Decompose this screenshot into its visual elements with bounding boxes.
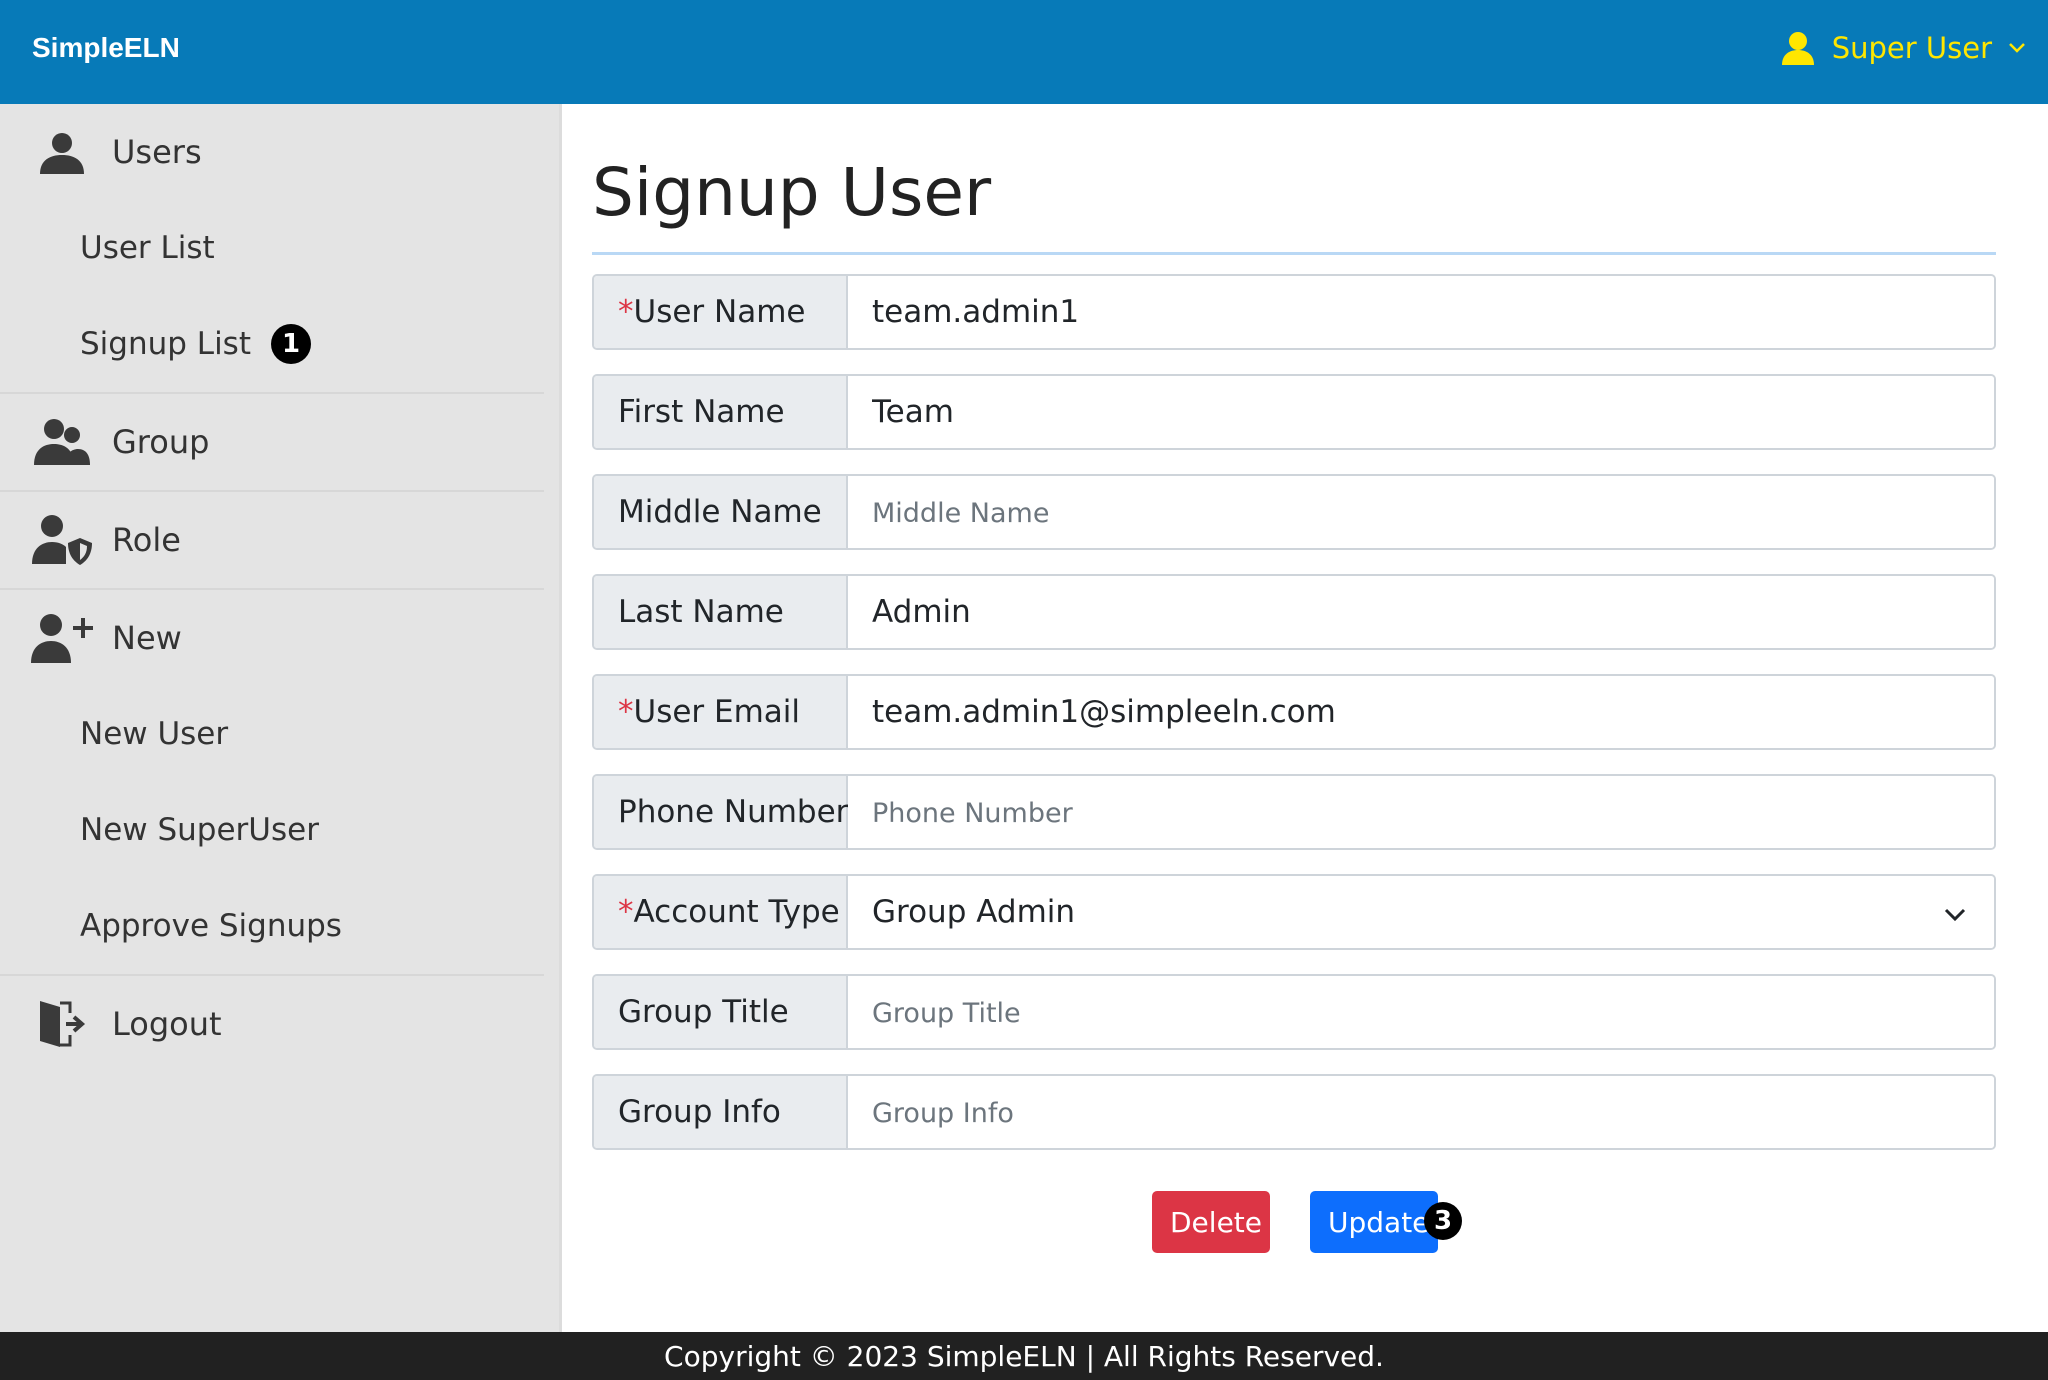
last-name-input[interactable]	[848, 576, 1994, 648]
sidebar-item-new-user[interactable]: New User	[80, 716, 228, 752]
sidebar: Users User List Signup List 1 Group Role…	[0, 104, 562, 1332]
field-label: Middle Name	[594, 476, 848, 548]
field-label: * User Email	[594, 676, 848, 748]
field-label-text: User Name	[633, 294, 806, 330]
sidebar-item-new[interactable]: New	[0, 590, 544, 686]
field-label: Group Title	[594, 976, 848, 1048]
sidebar-item-role-label: Role	[112, 521, 181, 559]
field-phone-number: Phone Number	[592, 774, 1996, 850]
field-group-title: Group Title	[592, 974, 1996, 1050]
sidebar-item-users[interactable]: Users	[0, 104, 544, 200]
sidebar-item-group-label: Group	[112, 423, 210, 461]
user-icon	[1780, 30, 1816, 66]
user-menu-name: Super User	[1831, 31, 1992, 65]
sidebar-item-signup-list-label: Signup List	[80, 326, 251, 362]
field-label: Last Name	[594, 576, 848, 648]
field-label-text: First Name	[618, 394, 785, 430]
sidebar-item-approve-signups-label: Approve Signups	[80, 908, 342, 944]
brand-logo[interactable]: SimpleELN	[32, 32, 180, 64]
footer-copyright: Copyright © 2023 SimpleELN | All Rights …	[664, 1339, 1384, 1373]
sidebar-item-new-label: New	[112, 619, 182, 657]
user-plus-icon	[30, 606, 94, 670]
field-label-text: Group Title	[618, 994, 789, 1030]
account-type-selected-value: Group Admin	[872, 894, 1076, 930]
sidebar-item-approve-signups[interactable]: Approve Signups	[80, 908, 342, 944]
group-icon	[30, 410, 94, 474]
field-last-name: Last Name	[592, 574, 1996, 650]
title-divider	[592, 252, 1996, 255]
required-marker: *	[618, 694, 634, 730]
logout-icon	[30, 992, 94, 1056]
user-name-input[interactable]	[848, 276, 1994, 348]
update-step-badge: 3	[1424, 1202, 1462, 1240]
users-icon	[30, 120, 94, 184]
signup-count-badge: 1	[270, 324, 311, 364]
sidebar-item-group[interactable]: Group	[0, 394, 544, 490]
field-label: * Account Type	[594, 876, 848, 948]
group-title-input[interactable]	[848, 976, 1994, 1048]
page-title: Signup User	[592, 154, 992, 231]
group-info-input[interactable]	[848, 1076, 1994, 1148]
field-user-name: * User Name	[592, 274, 1996, 350]
field-label-text: User Email	[633, 694, 801, 730]
footer: Copyright © 2023 SimpleELN | All Rights …	[0, 1332, 2048, 1380]
top-navbar: SimpleELN Super User	[0, 0, 2048, 104]
chevron-down-icon	[1944, 894, 1966, 930]
phone-number-input[interactable]	[848, 776, 1994, 848]
field-label-text: Phone Number	[618, 794, 849, 830]
field-label-text: Middle Name	[618, 494, 822, 530]
first-name-input[interactable]	[848, 376, 1994, 448]
field-label: Group Info	[594, 1076, 848, 1148]
sidebar-item-user-list-label: User List	[80, 230, 215, 266]
sidebar-item-new-user-label: New User	[80, 716, 229, 752]
role-shield-icon	[30, 508, 94, 572]
sidebar-item-logout[interactable]: Logout	[0, 976, 544, 1072]
field-label-text: Account Type	[633, 894, 840, 930]
field-account-type: * Account Type Group Admin	[592, 874, 1996, 950]
field-label: * User Name	[594, 276, 848, 348]
user-email-input[interactable]	[848, 676, 1994, 748]
sidebar-item-role[interactable]: Role	[0, 492, 544, 588]
field-middle-name: Middle Name	[592, 474, 1996, 550]
field-label: First Name	[594, 376, 848, 448]
sidebar-item-signup-list[interactable]: Signup List 1	[80, 324, 311, 364]
field-label-text: Last Name	[618, 594, 784, 630]
field-label: Phone Number	[594, 776, 848, 848]
required-marker: *	[618, 294, 634, 330]
user-menu[interactable]: Super User	[1780, 30, 2026, 66]
required-marker: *	[618, 894, 634, 930]
sidebar-item-users-label: Users	[112, 133, 202, 171]
field-first-name: First Name	[592, 374, 1996, 450]
account-type-select[interactable]: Group Admin	[848, 876, 1994, 948]
sidebar-item-logout-label: Logout	[112, 1005, 222, 1043]
chevron-down-icon	[2008, 42, 2026, 54]
delete-button[interactable]: Delete	[1152, 1191, 1270, 1253]
field-label-text: Group Info	[618, 1094, 781, 1130]
sidebar-item-new-superuser-label: New SuperUser	[80, 812, 319, 848]
field-group-info: Group Info	[592, 1074, 1996, 1150]
sidebar-item-user-list[interactable]: User List	[80, 230, 215, 266]
middle-name-input[interactable]	[848, 476, 1994, 548]
update-button[interactable]: Update	[1310, 1191, 1438, 1253]
main-content: Signup User *User Name First Name Middle…	[562, 104, 2048, 1332]
field-user-email: * User Email	[592, 674, 1996, 750]
sidebar-item-new-superuser[interactable]: New SuperUser	[80, 812, 319, 848]
